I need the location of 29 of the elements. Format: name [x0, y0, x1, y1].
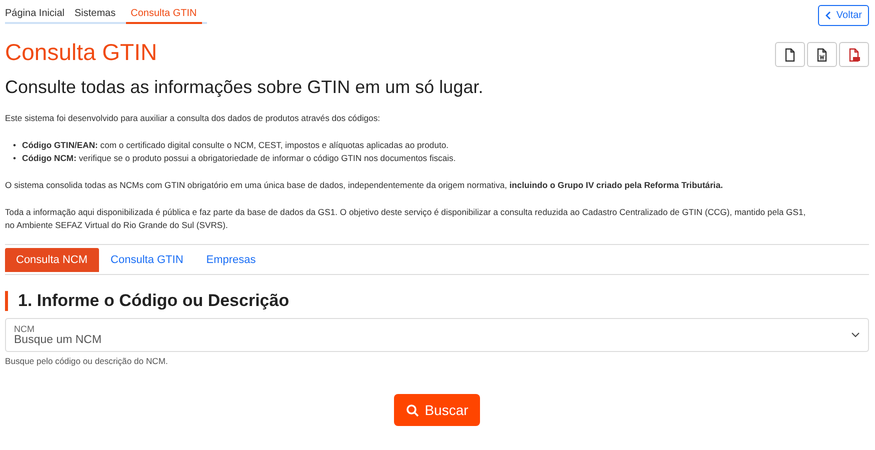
word-file-icon: [815, 48, 829, 62]
file-icon: [783, 48, 797, 62]
pdf-file-icon: [847, 48, 861, 62]
tab[interactable]: Empresas: [195, 248, 267, 272]
back-button[interactable]: Voltar: [818, 5, 869, 26]
page-subtitle: Consulte todas as informações sobre GTIN em um só lugar.: [5, 77, 484, 98]
search-button[interactable]: Buscar: [394, 394, 480, 426]
paragraph: O sistema consolida todas as NCMs com GTIN obrigatório em uma única base de dados, independentemente da origem normativa, incluindo o Grupo IV criado pela Reforma Tributária.: [5, 179, 724, 192]
intro-text: Este sistema foi desenvolvido para auxiliar a consulta dos dados de produtos através dos códigos:: [5, 112, 382, 125]
tab[interactable]: Consulta GTIN: [100, 248, 194, 272]
search-icon: [406, 404, 419, 416]
ncm-select[interactable]: NCM Busque um NCM: [5, 318, 869, 352]
tab[interactable]: Consulta NCM: [5, 248, 99, 272]
chevron-down-icon: [851, 332, 860, 338]
export-button[interactable]: [775, 42, 805, 67]
breadcrumb-link[interactable]: Consulta GTIN: [126, 8, 202, 24]
chevron-left-icon: [825, 11, 832, 20]
export-button[interactable]: [807, 42, 837, 67]
bullet-text: Código GTIN/EAN: com o certificado digital consulte o NCM, CEST, impostos e alíquotas aplicadas ao produto.: [22, 139, 449, 152]
page-title: Consulta GTIN: [5, 39, 158, 66]
section-heading: 1. Informe o Código ou Descrição: [5, 291, 869, 311]
breadcrumb-link[interactable]: Página Inicial: [5, 8, 70, 24]
breadcrumb-link[interactable]: Sistemas: [74, 8, 121, 24]
bullet-text: Código NCM: verifique se o produto possui a obrigatoriedade de informar o código GTIN nos documentos fiscais.: [22, 152, 456, 165]
paragraph: Toda a informação aqui disponibilizada é pública e faz parte da base de dados da GS1. O objetivo deste serviço é disponibilizar a consulta reduzida ao Cadastro Centralizado de GTIN (CCG), mantido pela GS1, no Ambiente SEFAZ Virtual do Rio Grande do Sul (SVRS).: [5, 206, 807, 232]
export-button[interactable]: [839, 42, 869, 67]
bullet-marker: •: [13, 152, 16, 165]
help-text: Busque pelo código ou descrição do NCM.: [5, 356, 169, 366]
bullet-marker: •: [13, 139, 16, 152]
